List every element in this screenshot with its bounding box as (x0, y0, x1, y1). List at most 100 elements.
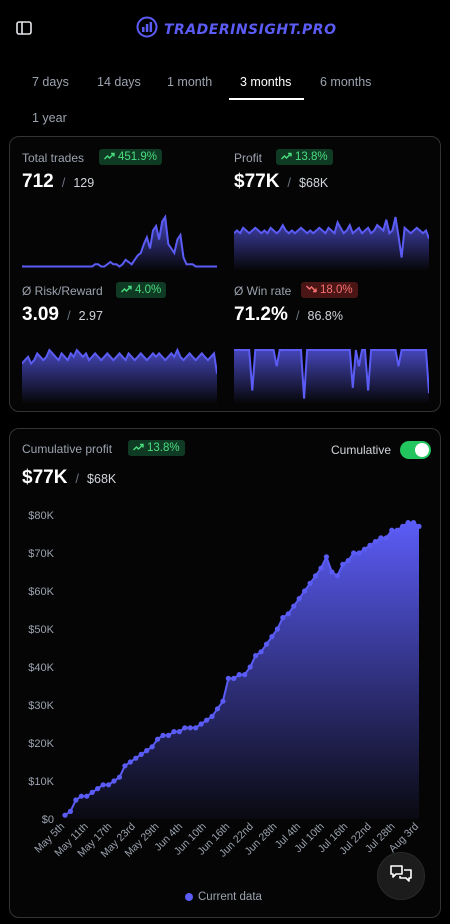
trend-down-icon (306, 282, 317, 298)
change-badge: 451.9% (99, 149, 163, 165)
data-point (263, 641, 270, 647)
data-point (127, 759, 133, 765)
data-point (100, 782, 106, 788)
data-point (95, 786, 101, 792)
data-point (225, 675, 231, 681)
chat-button[interactable] (377, 852, 425, 900)
sparkline-line (22, 214, 217, 268)
data-point (389, 527, 395, 533)
data-point (67, 808, 74, 814)
tab-6-months[interactable]: 6 months (320, 75, 371, 89)
data-point (78, 793, 84, 799)
data-point (323, 554, 330, 560)
active-tab-underline (229, 98, 304, 100)
trend-up-icon (121, 282, 132, 298)
data-point (302, 588, 308, 594)
data-point (400, 523, 406, 529)
data-point (405, 520, 411, 526)
data-point (356, 550, 362, 556)
trend-up-icon (104, 149, 115, 165)
data-point (149, 744, 155, 750)
chat-bubbles-icon (389, 863, 413, 890)
data-point (198, 721, 204, 727)
data-point (274, 626, 280, 632)
tab-1-month[interactable]: 1 month (167, 75, 212, 89)
data-point (105, 782, 112, 788)
metric-value: 71.2%/86.8% (234, 304, 343, 325)
data-point (122, 763, 128, 769)
data-point (242, 672, 248, 678)
sparkline-total-trades (22, 214, 217, 271)
data-point (144, 748, 150, 754)
data-point (171, 729, 177, 735)
metric-previous: 129 (73, 176, 95, 190)
data-point (176, 729, 182, 735)
metric-label: Profit (234, 151, 263, 165)
change-badge: 18.0% (301, 282, 358, 298)
data-point (280, 615, 286, 621)
brand[interactable]: TRADERINSIGHT.PRO (136, 16, 337, 43)
data-point (247, 664, 253, 670)
data-point (367, 542, 373, 548)
metrics-card: Total trades 451.9% 712/129 Profit 13.8%… (9, 136, 441, 412)
data-point (258, 649, 264, 655)
sparkline-risk-reward (22, 347, 217, 404)
data-point (138, 751, 144, 757)
metric-previous: 2.97 (78, 309, 103, 323)
cumulative-profit-chart: $0$10K$20K$30K$40K$50K$60K$70K$80KMay 5t… (28, 510, 422, 860)
chart-legend[interactable]: Current data (185, 891, 262, 903)
y-tick-label: $20K (28, 738, 54, 750)
legend-label: Current data (198, 891, 262, 903)
tab-7-days[interactable]: 7 days (32, 75, 69, 89)
sparkline-profit (234, 216, 429, 271)
metric-value: $77K / $68K (234, 171, 329, 192)
tab-3-months[interactable]: 3 months (240, 75, 291, 89)
bar-chart-logo-icon (136, 16, 158, 43)
y-tick-label: $60K (28, 586, 54, 598)
data-point (193, 725, 199, 731)
brand-name: TRADERINSIGHT.PRO (164, 21, 337, 38)
data-point (209, 713, 215, 719)
data-point (231, 675, 237, 681)
data-point (182, 725, 188, 731)
data-point (345, 558, 351, 564)
data-point (111, 778, 117, 784)
data-point (351, 550, 357, 556)
y-tick-label: $50K (28, 624, 54, 636)
data-point (312, 573, 319, 579)
y-tick-label: $30K (28, 700, 54, 712)
y-tick-label: $70K (28, 548, 54, 560)
tab-14-days[interactable]: 14 days (97, 75, 141, 89)
data-point (307, 580, 313, 586)
data-point (334, 573, 340, 579)
data-point (89, 789, 95, 795)
data-point (204, 717, 210, 723)
data-point (160, 732, 166, 738)
data-point (269, 634, 275, 640)
tab-1-year[interactable]: 1 year (32, 111, 67, 125)
data-point (84, 793, 90, 799)
data-point (214, 706, 221, 712)
data-point (285, 611, 291, 617)
data-point (340, 561, 346, 567)
data-point (372, 539, 379, 545)
sidebar-toggle-icon[interactable] (14, 18, 34, 38)
y-tick-label: $0 (42, 814, 54, 826)
data-point (329, 569, 335, 575)
sparkline-win-rate (234, 349, 429, 404)
metric-label: Total trades (22, 151, 85, 165)
data-point (165, 732, 172, 738)
data-point (116, 774, 123, 780)
y-tick-label: $10K (28, 776, 54, 788)
change-badge: 13.8% (276, 149, 333, 165)
data-point (383, 535, 389, 541)
data-point (291, 603, 297, 609)
data-point (416, 523, 422, 529)
top-bar: TRADERINSIGHT.PRO (0, 0, 450, 58)
y-tick-label: $80K (28, 510, 54, 522)
y-tick-label: $40K (28, 662, 54, 674)
data-point (378, 535, 384, 541)
data-point (253, 653, 259, 659)
metric-previous: 86.8% (307, 309, 343, 323)
metric-label: Ø Win rate (234, 284, 292, 298)
